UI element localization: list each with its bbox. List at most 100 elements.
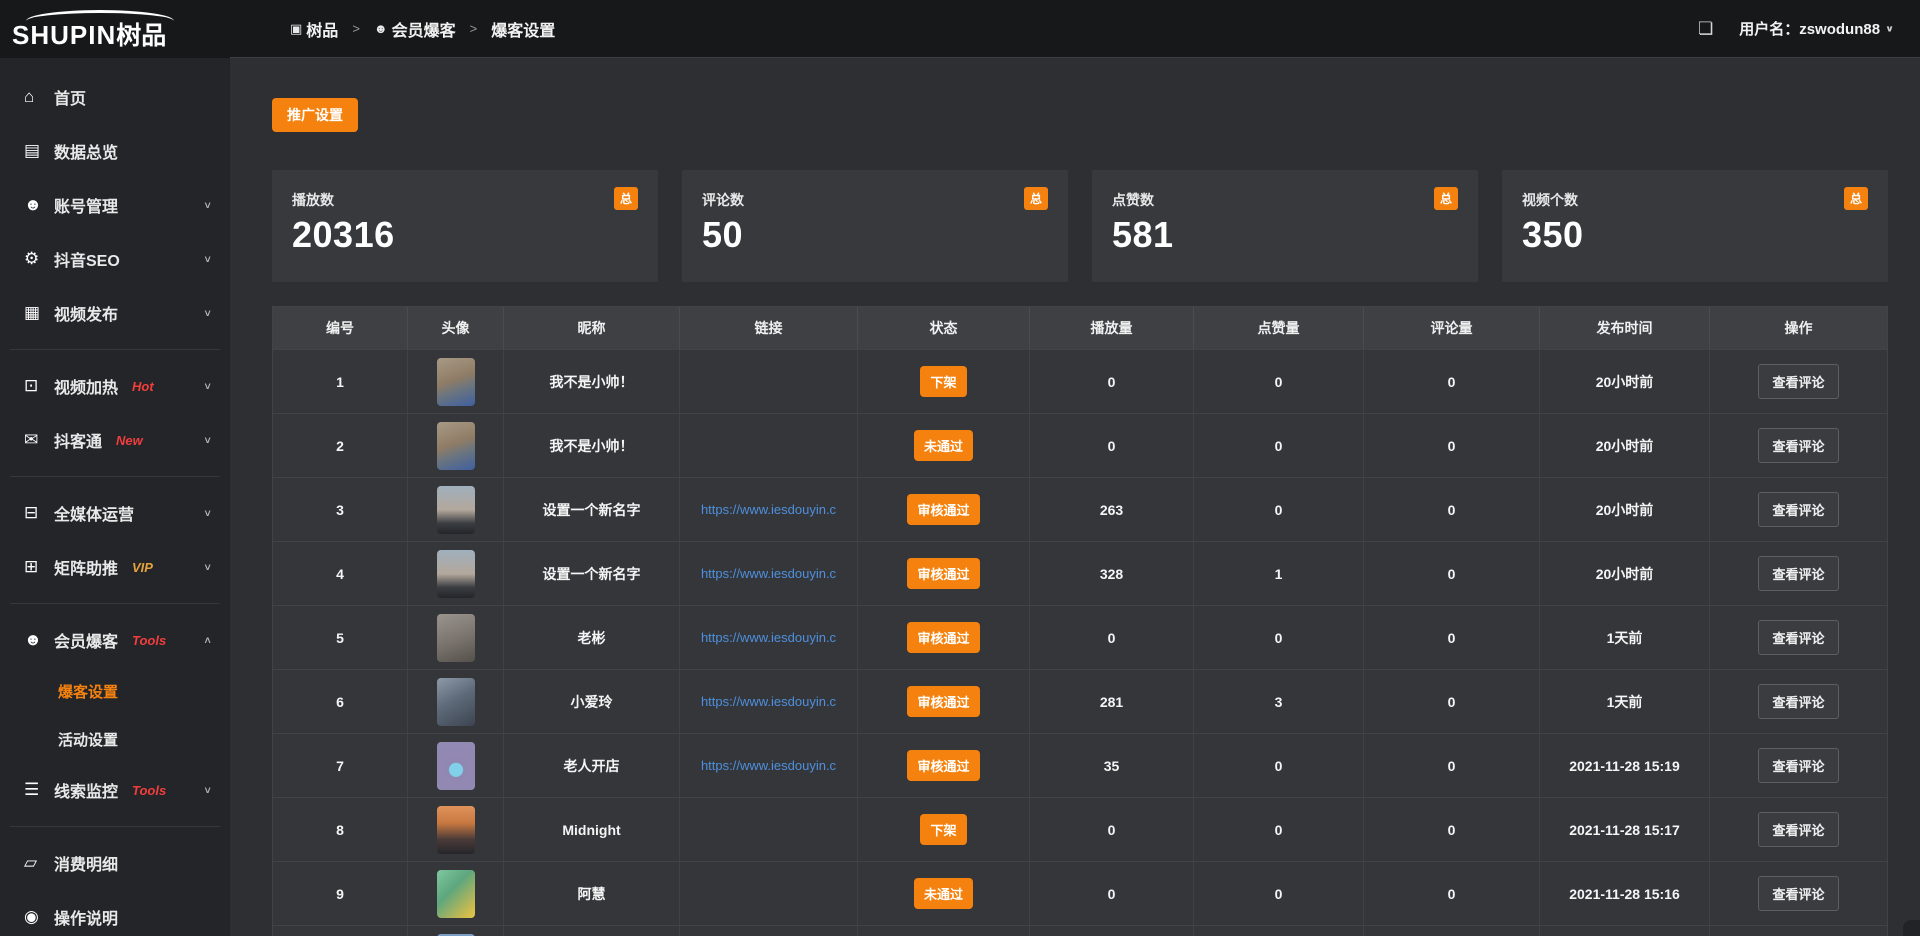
stat-value: 350 (1522, 214, 1868, 256)
status-badge[interactable]: 下架 (920, 814, 966, 845)
sidebar-divider (10, 603, 220, 604)
view-comments-button[interactable]: 查看评论 (1758, 620, 1838, 655)
cell-status: 未通过 (858, 414, 1030, 477)
cell-plays: 35 (1030, 734, 1194, 797)
sidebar-subitem-activity-settings[interactable]: 活动设置 (0, 715, 230, 763)
cell-comments: 0 (1364, 542, 1540, 605)
cell-nickname: 老人开店 (504, 734, 680, 797)
video-link[interactable]: https://www.iesdouyin.c (701, 630, 836, 645)
cell-avatar (408, 926, 504, 936)
column-header: 昵称 (504, 307, 680, 349)
sidebar-item-video-publish[interactable]: ▦ 视频发布 ∨ (0, 286, 230, 340)
sidebar-item-douyin-seo[interactable]: ⚙ 抖音SEO ∨ (0, 232, 230, 286)
sidebar-subitem-baoke-settings[interactable]: 爆客设置 (0, 667, 230, 715)
chevron-icon: ∨ (203, 507, 212, 518)
cell-link: https://www.iesdouyin.c (680, 734, 858, 797)
logo-text-en: SHUPIN (12, 20, 116, 50)
total-badge: 总 (614, 187, 638, 210)
sidebar-item-data-overview[interactable]: ▤ 数据总览 (0, 124, 230, 178)
fullscreen-icon[interactable]: ❏ (1698, 19, 1713, 39)
cell-comments: 0 (1364, 478, 1540, 541)
video-link[interactable]: https://www.iesdouyin.c (701, 694, 836, 709)
cell-comments: 0 (1364, 798, 1540, 861)
sidebar-item-help[interactable]: ◉ 操作说明 (0, 890, 230, 936)
stat-card: 点赞数 总 581 (1092, 170, 1478, 282)
video-link[interactable]: https://www.iesdouyin.c (701, 502, 836, 517)
cell-actions: 查看评论 (1710, 606, 1887, 669)
view-comments-button[interactable]: 查看评论 (1758, 556, 1838, 591)
sidebar-item-matrix-boost[interactable]: ⊞ 矩阵助推 VIP ∨ (0, 540, 230, 594)
cell-avatar (408, 414, 504, 477)
view-comments-button[interactable]: 查看评论 (1758, 428, 1838, 463)
sidebar-item-member-baoke[interactable]: ☻ 会员爆客 Tools ∧ (0, 613, 230, 667)
home-icon: ⌂ (24, 87, 54, 107)
table-row: 2 我不是小帅！ 未通过 0 0 0 20小时前 查看评论 (273, 413, 1887, 477)
breadcrumb-item[interactable]: ☻ 会员爆客 (374, 17, 456, 41)
promo-settings-button[interactable]: 推广设置 (272, 98, 358, 132)
cell-status: 未通过 (858, 862, 1030, 925)
view-comments-button[interactable]: 查看评论 (1758, 492, 1838, 527)
app-root: SHUPIN树品 ⌂ 首页 ▤ 数据总览 ☻ 账号管理 ∨ ⚙ 抖音SEO ∨ … (0, 0, 1920, 936)
sidebar-item-home[interactable]: ⌂ 首页 (0, 70, 230, 124)
status-badge[interactable]: 审核通过 (907, 494, 979, 525)
stat-value: 581 (1112, 214, 1458, 256)
cell-publish-time: 1天前 (1540, 670, 1710, 733)
cell-number: 8 (273, 798, 408, 861)
wallet-icon: ▱ (24, 853, 54, 873)
sidebar-item-douketong[interactable]: ✉ 抖客通 New ∨ (0, 413, 230, 467)
sidebar-item-badge: Hot (132, 379, 154, 394)
sidebar-item-account[interactable]: ☻ 账号管理 ∨ (0, 178, 230, 232)
logo[interactable]: SHUPIN树品 (0, 0, 230, 58)
breadcrumb: ▣ 树品 > ☻ 会员爆客 > 爆客设置 (290, 17, 555, 41)
breadcrumb-separator: > (352, 21, 360, 36)
cell-likes: 0 (1194, 862, 1364, 925)
column-header: 编号 (273, 307, 408, 349)
sidebar-item-video-heat[interactable]: ⊡ 视频加热 Hot ∨ (0, 359, 230, 413)
avatar (437, 550, 475, 598)
topbar: ▣ 树品 > ☻ 会员爆客 > 爆客设置 ❏ 用户名：zswodun88 ∨ (230, 0, 1920, 58)
status-badge[interactable]: 审核通过 (907, 622, 979, 653)
status-badge[interactable]: 审核通过 (907, 558, 979, 589)
table-row: 9 阿慧 未通过 0 0 0 2021-11-28 15:16 查看评论 (273, 861, 1887, 925)
chevron-icon: ∨ (203, 561, 212, 572)
cell-number: 7 (273, 734, 408, 797)
cell-actions: 查看评论 (1710, 478, 1887, 541)
user-menu[interactable]: 用户名：zswodun88 ∨ (1739, 18, 1894, 39)
view-comments-button[interactable]: 查看评论 (1758, 748, 1838, 783)
sidebar-item-expense-detail[interactable]: ▱ 消费明细 (0, 836, 230, 890)
column-header: 状态 (858, 307, 1030, 349)
table-row: 3 设置一个新名字 https://www.iesdouyin.c 审核通过 2… (273, 477, 1887, 541)
view-comments-button[interactable]: 查看评论 (1758, 876, 1838, 911)
breadcrumb-item[interactable]: 爆客设置 (491, 17, 555, 41)
sidebar-item-badge: New (116, 433, 143, 448)
cell-avatar (408, 606, 504, 669)
cell-comments: 0 (1364, 734, 1540, 797)
status-badge[interactable]: 审核通过 (907, 686, 979, 717)
cell-avatar (408, 350, 504, 413)
video-link[interactable]: https://www.iesdouyin.c (701, 758, 836, 773)
cell-likes: 0 (1194, 734, 1364, 797)
cell-actions: 查看评论 (1710, 798, 1887, 861)
sidebar-divider (10, 826, 220, 827)
stat-label: 视频个数 (1522, 187, 1578, 210)
view-comments-button[interactable]: 查看评论 (1758, 684, 1838, 719)
question-circle-icon: ◉ (24, 907, 54, 927)
cell-publish-time: 2021-11-28 15:19 (1540, 734, 1710, 797)
monitor-icon: ⊟ (24, 503, 54, 523)
status-badge[interactable]: 审核通过 (907, 750, 979, 781)
status-badge[interactable]: 未通过 (914, 430, 973, 461)
sidebar-item-clue-monitor[interactable]: ☰ 线索监控 Tools ∨ (0, 763, 230, 817)
view-comments-button[interactable]: 查看评论 (1758, 812, 1838, 847)
view-comments-button[interactable]: 查看评论 (1758, 364, 1838, 399)
floating-widget[interactable] (1903, 920, 1920, 936)
video-link[interactable]: https://www.iesdouyin.c (701, 566, 836, 581)
stat-label: 点赞数 (1112, 187, 1154, 210)
table-header: 编号头像昵称链接状态播放量点赞量评论量发布时间操作 (273, 307, 1887, 349)
cell-nickname: 设置一个新名字 (504, 478, 680, 541)
status-badge[interactable]: 未通过 (914, 878, 973, 909)
breadcrumb-item[interactable]: ▣ 树品 (290, 17, 338, 41)
sidebar-item-media-operation[interactable]: ⊟ 全媒体运营 ∨ (0, 486, 230, 540)
status-badge[interactable]: 下架 (920, 366, 966, 397)
cell-publish-time: 2021-11-28 15:16 (1540, 862, 1710, 925)
table-row: 4 设置一个新名字 https://www.iesdouyin.c 审核通过 3… (273, 541, 1887, 605)
